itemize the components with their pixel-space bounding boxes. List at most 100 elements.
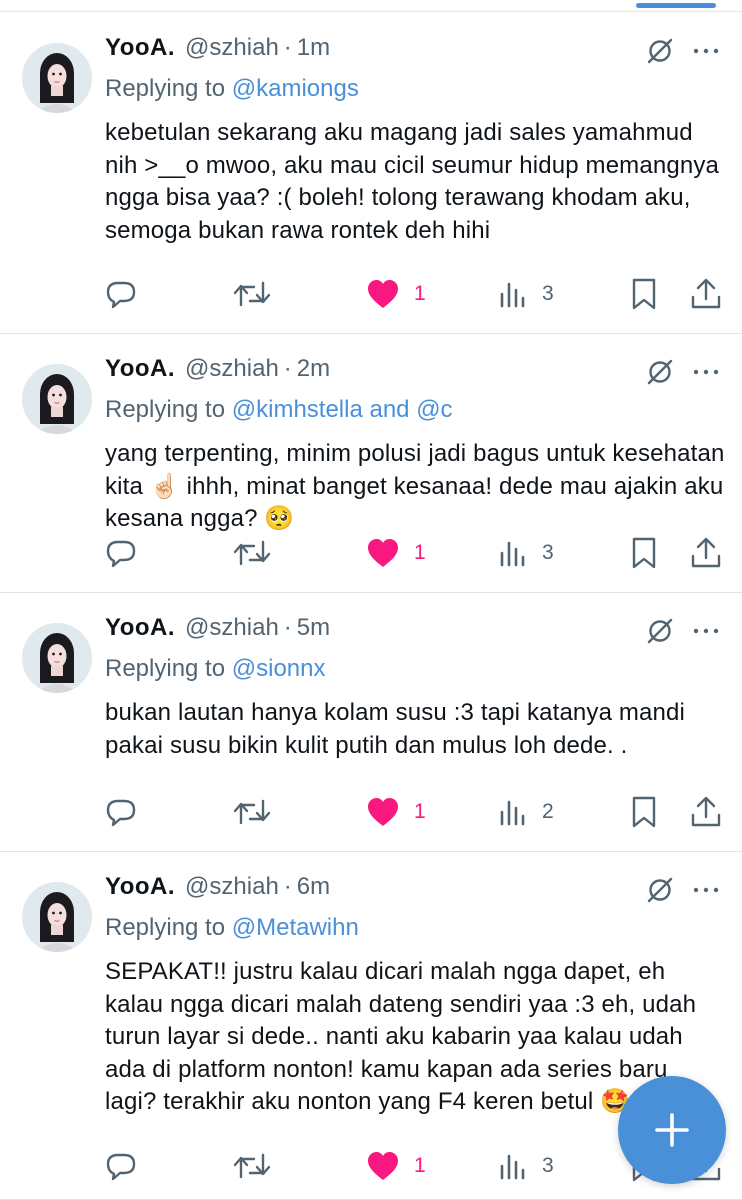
tweet[interactable]: YooA. @szhiah · 5m Replying to @sionnx b… bbox=[0, 593, 742, 852]
timestamp[interactable]: 5m bbox=[297, 614, 330, 642]
retweet-icon bbox=[233, 1153, 271, 1179]
like-button[interactable]: 1 bbox=[366, 794, 426, 830]
mute-conversation-icon[interactable] bbox=[644, 615, 676, 647]
tweet-header: YooA. @szhiah · 5m bbox=[105, 611, 330, 645]
tweet-header: YooA. @szhiah · 2m bbox=[105, 352, 330, 386]
retweet-button[interactable] bbox=[232, 1148, 272, 1184]
retweet-icon bbox=[233, 540, 271, 566]
tweet-text: bukan lautan hanya kolam susu :3 tapi ka… bbox=[105, 699, 686, 759]
tweet[interactable]: YooA. @szhiah · 1m Replying to @kamiongs… bbox=[0, 13, 742, 334]
mention-link[interactable]: @sionnx bbox=[232, 655, 326, 682]
username[interactable]: @szhiah bbox=[185, 34, 279, 62]
retweet-icon bbox=[233, 799, 271, 825]
mute-conversation-icon[interactable] bbox=[644, 874, 676, 906]
views-button[interactable]: 3 bbox=[498, 276, 554, 312]
scroll-indicator bbox=[636, 3, 716, 8]
like-button[interactable]: 1 bbox=[366, 535, 426, 571]
mention-link[interactable]: @kamiongs bbox=[232, 75, 359, 102]
mention-link[interactable]: @Metawihn bbox=[232, 914, 359, 941]
share-button[interactable] bbox=[690, 535, 722, 571]
heart-icon bbox=[368, 539, 398, 567]
retweet-button[interactable] bbox=[232, 794, 272, 830]
bookmark-button[interactable] bbox=[630, 276, 658, 312]
username[interactable]: @szhiah bbox=[185, 355, 279, 383]
like-count: 1 bbox=[414, 282, 426, 305]
separator: · bbox=[283, 614, 292, 641]
replying-label: Replying to bbox=[105, 75, 226, 102]
share-button[interactable] bbox=[690, 794, 722, 830]
heart-icon bbox=[368, 1152, 398, 1180]
display-name[interactable]: YooA. bbox=[105, 614, 175, 642]
timestamp[interactable]: 1m bbox=[297, 34, 330, 62]
bookmark-icon bbox=[632, 537, 656, 569]
replying-to: Replying to @kamiongs bbox=[105, 75, 359, 103]
tweet-text: kebetulan sekarang aku magang jadi sales… bbox=[105, 119, 719, 244]
top-divider bbox=[0, 0, 742, 12]
share-button[interactable] bbox=[690, 276, 722, 312]
reply-button[interactable] bbox=[104, 794, 138, 830]
compose-button[interactable] bbox=[618, 1076, 726, 1184]
reply-icon bbox=[106, 1153, 136, 1181]
separator: · bbox=[283, 873, 292, 900]
avatar[interactable] bbox=[22, 364, 92, 434]
views-button[interactable]: 3 bbox=[498, 1148, 554, 1184]
retweet-button[interactable] bbox=[232, 535, 272, 571]
display-name[interactable]: YooA. bbox=[105, 873, 175, 901]
replying-to: Replying to @Metawihn bbox=[105, 914, 359, 942]
views-icon bbox=[500, 541, 525, 567]
bookmark-icon bbox=[632, 278, 656, 310]
retweet-icon bbox=[233, 281, 271, 307]
display-name[interactable]: YooA. bbox=[105, 355, 175, 383]
tweet[interactable]: YooA. @szhiah · 2m Replying to @kimhstel… bbox=[0, 334, 742, 593]
avatar[interactable] bbox=[22, 623, 92, 693]
timestamp[interactable]: 2m bbox=[297, 355, 330, 383]
more-icon[interactable] bbox=[690, 35, 722, 67]
reply-icon bbox=[106, 799, 136, 827]
reply-button[interactable] bbox=[104, 276, 138, 312]
separator: · bbox=[283, 34, 292, 61]
reply-icon bbox=[106, 281, 136, 309]
tweet-text: yang terpenting, minim polusi jadi bagus… bbox=[105, 440, 725, 532]
like-button[interactable]: 1 bbox=[366, 1148, 426, 1184]
views-button[interactable]: 3 bbox=[498, 535, 554, 571]
mute-conversation-icon[interactable] bbox=[644, 356, 676, 388]
like-count: 1 bbox=[414, 800, 426, 823]
bookmark-button[interactable] bbox=[630, 794, 658, 830]
mute-conversation-icon[interactable] bbox=[644, 35, 676, 67]
action-bar: 1 3 bbox=[0, 535, 742, 571]
reply-icon bbox=[106, 540, 136, 568]
bookmark-button[interactable] bbox=[630, 535, 658, 571]
reply-button[interactable] bbox=[104, 535, 138, 571]
like-count: 1 bbox=[414, 1154, 426, 1177]
avatar[interactable] bbox=[22, 43, 92, 113]
retweet-button[interactable] bbox=[232, 276, 272, 312]
views-icon bbox=[500, 1154, 525, 1180]
timestamp[interactable]: 6m bbox=[297, 873, 330, 901]
avatar-image bbox=[22, 623, 92, 693]
heart-icon bbox=[368, 798, 398, 826]
action-bar: 1 3 bbox=[0, 276, 742, 312]
avatar-image bbox=[22, 43, 92, 113]
replying-label: Replying to bbox=[105, 914, 226, 941]
more-icon[interactable] bbox=[690, 615, 722, 647]
more-icon[interactable] bbox=[690, 356, 722, 388]
like-button[interactable]: 1 bbox=[366, 276, 426, 312]
avatar[interactable] bbox=[22, 882, 92, 952]
display-name[interactable]: YooA. bbox=[105, 34, 175, 62]
username[interactable]: @szhiah bbox=[185, 873, 279, 901]
replying-to: Replying to @sionnx bbox=[105, 655, 326, 683]
heart-icon bbox=[368, 280, 398, 308]
views-button[interactable]: 2 bbox=[498, 794, 554, 830]
replying-to: Replying to @kimhstella and @c bbox=[105, 396, 453, 424]
tweet-header: YooA. @szhiah · 1m bbox=[105, 31, 330, 65]
share-icon bbox=[691, 278, 721, 309]
action-bar: 1 2 bbox=[0, 794, 742, 830]
mention-link[interactable]: @kimhstella and @c bbox=[232, 396, 453, 423]
username[interactable]: @szhiah bbox=[185, 614, 279, 642]
more-icon[interactable] bbox=[690, 874, 722, 906]
views-count: 3 bbox=[542, 1154, 554, 1177]
views-icon bbox=[500, 800, 525, 826]
reply-button[interactable] bbox=[104, 1148, 138, 1184]
share-icon bbox=[691, 537, 721, 568]
bookmark-icon bbox=[632, 796, 656, 828]
